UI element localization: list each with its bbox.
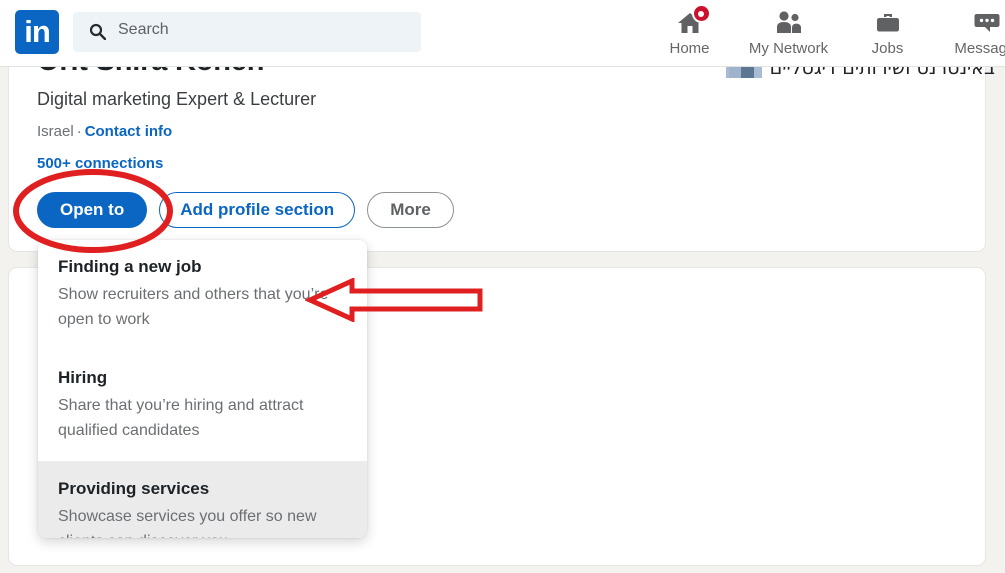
add-profile-section-button[interactable]: Add profile section [159, 192, 356, 228]
profile-location-row: Israel · Contact info [37, 123, 172, 140]
nav-item-label: Home [669, 40, 710, 57]
dropdown-item-title: Providing services [58, 479, 210, 498]
dropdown-item-description: Share that you’re hiring and attract qua… [58, 397, 304, 439]
search-icon [89, 23, 107, 41]
nav-item-label: My Network [748, 40, 829, 57]
top-navigation-bar: in Search Home My Network Jobs Messag [0, 0, 1005, 67]
more-button[interactable]: More [367, 192, 454, 228]
message-bubble-icon [973, 9, 1001, 36]
open-to-dropdown-menu: Finding a new job Show recruiters and ot… [38, 240, 367, 538]
connections-count[interactable]: 500+ connections [37, 155, 163, 172]
nav-item-jobs[interactable]: Jobs [838, 0, 937, 67]
profile-location: Israel [37, 123, 74, 140]
nav-item-label: Messagin [954, 40, 1005, 57]
open-to-button[interactable]: Open to [37, 192, 148, 228]
nav-item-label: Jobs [871, 40, 904, 57]
nav-item-messaging[interactable]: Messagin [937, 0, 1005, 67]
linkedin-logo-icon[interactable]: in [15, 10, 59, 54]
people-icon [775, 9, 803, 36]
dropdown-item-title: Finding a new job [58, 257, 202, 276]
dropdown-spacer-2 [38, 447, 367, 461]
nav-item-home[interactable]: Home [640, 0, 739, 67]
dropdown-spacer-1 [38, 336, 367, 350]
home-notification-badge [691, 4, 711, 23]
nav-items: Home My Network Jobs Messag [640, 0, 1005, 67]
home-icon [676, 4, 711, 36]
search-placeholder: Search [118, 21, 169, 38]
contact-info-link[interactable]: Contact info [85, 123, 173, 140]
search-input[interactable]: Search [73, 12, 421, 52]
dropdown-item-title: Hiring [58, 368, 108, 387]
nav-item-my-network[interactable]: My Network [739, 0, 838, 67]
profile-action-buttons: Open to Add profile section More [37, 192, 454, 228]
dropdown-item-providing-services[interactable]: Providing services Showcase services you… [38, 461, 367, 538]
location-separator: · [76, 123, 82, 140]
dropdown-item-finding-a-new-job[interactable]: Finding a new job Show recruiters and ot… [38, 240, 367, 336]
dropdown-item-hiring[interactable]: Hiring Share that you’re hiring and attr… [38, 350, 367, 447]
dropdown-item-description: Show recruiters and others that you’re o… [58, 286, 329, 328]
linkedin-profile-page: Orit Shira Kohen Digital marketing Exper… [0, 0, 1005, 573]
briefcase-icon [874, 9, 902, 36]
profile-headline: Digital marketing Expert & Lecturer [37, 89, 317, 109]
dropdown-item-description: Showcase services you offer so new clien… [58, 508, 317, 538]
